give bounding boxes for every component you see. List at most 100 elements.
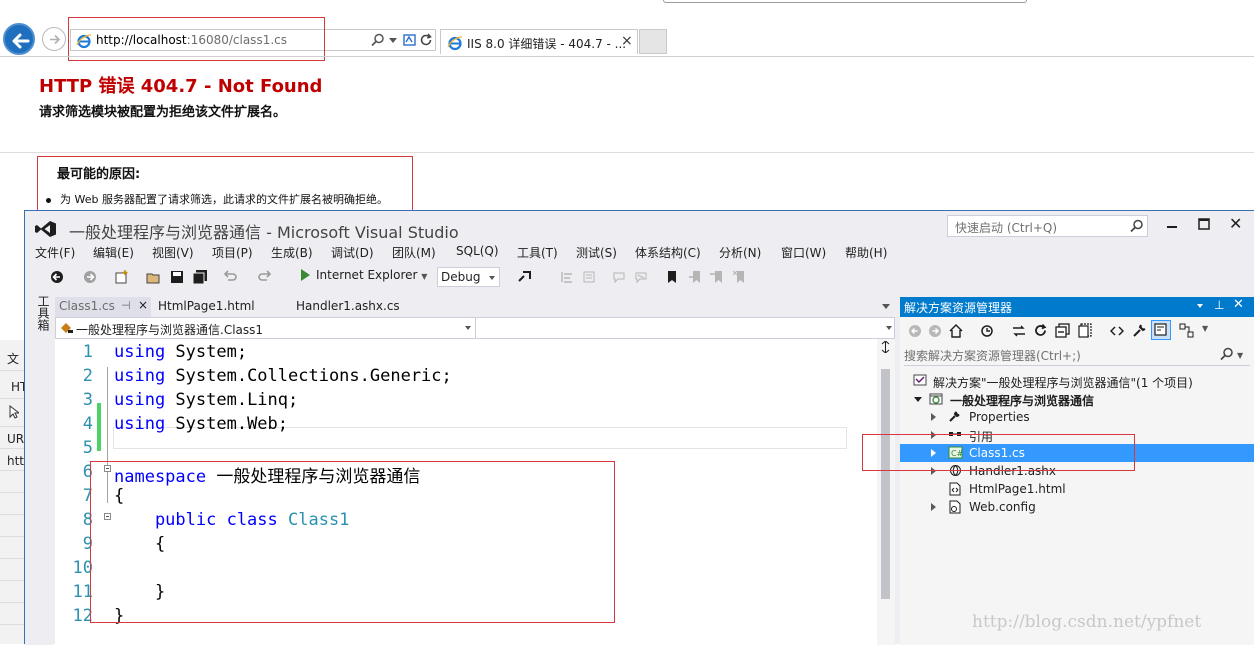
quick-launch-input[interactable]: 快速启动 (Ctrl+Q) (947, 215, 1148, 237)
menu-project[interactable]: 项目(P) (212, 244, 253, 261)
close-icon[interactable]: ✕ (1233, 297, 1244, 312)
menu-sql[interactable]: SQL(Q) (456, 244, 499, 258)
menu-tools[interactable]: 工具(T) (517, 244, 558, 261)
menu-debug[interactable]: 调试(D) (331, 244, 374, 261)
navigate-back-icon[interactable] (50, 270, 64, 284)
collapse-arrow-icon[interactable] (931, 503, 936, 511)
bookmark-icon[interactable] (666, 270, 678, 284)
code-text: System.Linq; (165, 390, 299, 410)
menu-test[interactable]: 测试(S) (576, 244, 617, 261)
close-icon[interactable]: ✕ (1229, 214, 1242, 233)
next-bookmark-icon[interactable] (710, 270, 724, 284)
view-code-icon[interactable] (1110, 324, 1124, 338)
preview-selected-button[interactable] (1151, 320, 1171, 340)
quick-launch-placeholder: 快速启动 (Ctrl+Q) (955, 221, 1058, 235)
bullet-icon (46, 197, 51, 203)
open-file-icon[interactable] (146, 270, 162, 284)
play-icon (301, 269, 310, 281)
menu-analyze[interactable]: 分析(N) (719, 244, 761, 261)
properties-wrench-icon[interactable] (1132, 323, 1147, 338)
save-all-icon[interactable] (192, 270, 208, 284)
annotation-box-url (68, 17, 325, 61)
scrollbar-thumb[interactable] (881, 369, 890, 599)
strip-text: 文 (7, 352, 20, 366)
solution-configuration-select[interactable]: Debug (437, 267, 500, 287)
find-in-files-icon[interactable] (517, 270, 533, 284)
tab-label: Class1.cs (59, 299, 115, 313)
close-icon[interactable]: × (138, 298, 148, 312)
menu-help[interactable]: 帮助(H) (845, 244, 887, 261)
visual-studio-window: 一般处理程序与浏览器通信 - Microsoft Visual Studio 快… (24, 210, 1254, 645)
chevron-down-icon[interactable] (886, 326, 892, 330)
pending-changes-icon[interactable] (980, 324, 994, 338)
menu-window[interactable]: 窗口(W) (781, 244, 826, 261)
split-editor-icon[interactable] (880, 341, 891, 353)
home-icon[interactable] (948, 323, 964, 339)
show-all-files-icon[interactable] (1078, 323, 1093, 338)
sync-icon[interactable] (1012, 324, 1026, 338)
tree-item-solution[interactable]: 解决方案"一般处理程序与浏览器通信"(1 个项目) (900, 372, 1254, 390)
type-dropdown[interactable]: 一般处理程序与浏览器通信.Class1 (56, 318, 476, 338)
maximize-icon[interactable] (1197, 217, 1211, 231)
comment-icon[interactable] (612, 270, 626, 284)
tab-handler1-ashx-cs[interactable]: Handler1.ashx.cs (292, 297, 404, 317)
tab-class1-cs[interactable]: Class1.cs ⊣ × (55, 297, 151, 317)
prev-bookmark-icon[interactable] (688, 270, 702, 284)
browser-tab-title: IIS 8.0 详细错误 - 404.7 - ... (467, 37, 627, 51)
tab-close-icon[interactable]: × (621, 33, 633, 49)
tab-htmlpage1-html[interactable]: HtmlPage1.html (154, 297, 259, 317)
forward-icon[interactable] (928, 324, 942, 338)
solution-search-input[interactable]: 搜索解决方案资源管理器(Ctrl+;) ▼ (904, 345, 1250, 366)
chevron-down-icon[interactable] (1197, 304, 1203, 308)
chevron-down-icon[interactable] (389, 38, 397, 43)
menu-build[interactable]: 生成(B) (271, 244, 313, 261)
collapse-all-icon[interactable] (1055, 323, 1070, 338)
chevron-down-icon[interactable]: ▼ (1237, 351, 1243, 360)
chevron-down-icon[interactable] (882, 304, 890, 309)
redo-icon[interactable] (257, 270, 273, 284)
menu-edit[interactable]: 编辑(E) (93, 244, 134, 261)
tree-item-project[interactable]: 一般处理程序与浏览器通信 (900, 390, 1254, 408)
config-file-icon (949, 500, 961, 514)
back-icon[interactable] (908, 324, 922, 338)
chevron-down-icon[interactable]: ▼ (1202, 324, 1208, 333)
search-icon[interactable] (371, 33, 385, 47)
align-icon[interactable] (560, 270, 574, 284)
browser-tab-active[interactable]: IIS 8.0 详细错误 - 404.7 - ... × (440, 29, 638, 54)
tree-item-htmlpage1[interactable]: HtmlPage1.html (900, 480, 1254, 498)
new-tab-button[interactable] (639, 29, 667, 54)
menu-architecture[interactable]: 体系结构(C) (635, 244, 701, 261)
menu-team[interactable]: 团队(M) (392, 244, 436, 261)
format-icon[interactable] (582, 270, 596, 284)
expand-arrow-icon[interactable] (914, 397, 922, 402)
back-button[interactable] (3, 23, 35, 55)
pin-icon[interactable]: ⊥ (1214, 298, 1224, 312)
code-line-2: using System.Collections.Generic; (114, 366, 452, 386)
tree-item-properties[interactable]: Properties (900, 408, 1254, 426)
refresh-icon[interactable] (1033, 323, 1048, 338)
minimize-icon[interactable] (1165, 217, 1179, 231)
clear-bookmarks-icon[interactable] (732, 270, 746, 284)
new-project-icon[interactable] (114, 270, 130, 284)
editor-scrollbar[interactable] (877, 339, 895, 645)
pin-icon[interactable]: ⊣ (121, 299, 131, 312)
navigate-forward-icon[interactable] (83, 270, 97, 284)
uncomment-icon[interactable] (634, 270, 648, 284)
cursor-select-icon[interactable] (9, 405, 19, 419)
compatibility-view-icon[interactable] (403, 33, 417, 47)
refresh-icon[interactable] (419, 33, 433, 47)
search-icon[interactable] (1130, 219, 1144, 233)
menu-view[interactable]: 视图(V) (152, 244, 194, 261)
browser-divider (0, 56, 1254, 57)
undo-icon[interactable] (222, 270, 238, 284)
start-debugging-button[interactable]: Internet Explorer ▼ (301, 268, 427, 288)
toolbox-tab[interactable]: 工具箱 (35, 295, 52, 331)
search-icon[interactable] (1220, 347, 1234, 361)
collapse-arrow-icon[interactable] (931, 413, 936, 421)
save-icon[interactable] (170, 270, 184, 284)
forward-button[interactable] (42, 27, 66, 51)
chevron-down-icon (465, 326, 471, 330)
class-diagram-icon[interactable] (1179, 323, 1194, 338)
tree-item-web-config[interactable]: Web.config (900, 498, 1254, 516)
menu-file[interactable]: 文件(F) (35, 244, 75, 261)
